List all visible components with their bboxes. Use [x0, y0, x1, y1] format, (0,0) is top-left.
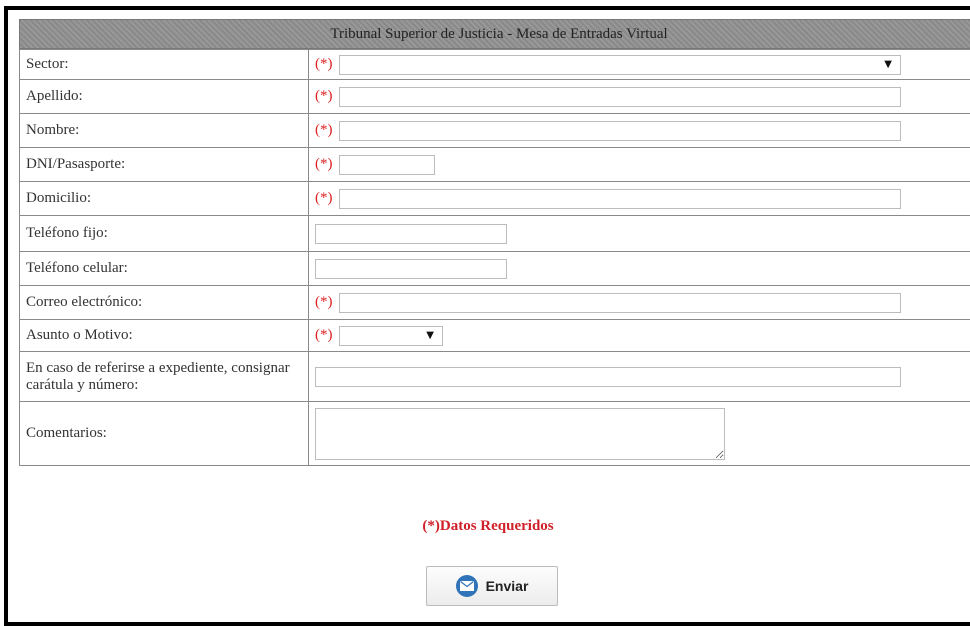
row-nombre: Nombre: (*) — [20, 114, 970, 148]
telefono-celular-input[interactable] — [315, 259, 507, 279]
field-label: Correo electrónico: — [20, 286, 309, 320]
field-label: Apellido: — [20, 80, 309, 114]
form-table: Sector: (*) ▼ Apellido: (*) Nombre: (*) D… — [19, 49, 970, 466]
row-apellido: Apellido: (*) — [20, 80, 970, 114]
row-domicilio: Domicilio: (*) — [20, 182, 970, 216]
row-asunto: Asunto o Motivo: (*) ▼ — [20, 320, 970, 352]
window-frame: Tribunal Superior de Justicia - Mesa de … — [4, 6, 970, 626]
field-label: Asunto o Motivo: — [20, 320, 309, 352]
comentarios-textarea[interactable] — [315, 408, 725, 460]
mail-icon — [456, 575, 478, 597]
required-marker: (*) — [315, 190, 335, 207]
enviar-button[interactable]: Enviar — [426, 566, 558, 606]
enviar-label: Enviar — [486, 578, 529, 594]
correo-input[interactable] — [339, 293, 901, 313]
telefono-fijo-input[interactable] — [315, 224, 507, 244]
field-label: Comentarios: — [20, 402, 309, 466]
asunto-select[interactable]: ▼ — [339, 326, 443, 346]
nombre-input[interactable] — [339, 121, 901, 141]
field-label: DNI/Pasasporte: — [20, 148, 309, 182]
sector-select[interactable]: ▼ — [339, 55, 901, 75]
field-label: Domicilio: — [20, 182, 309, 216]
field-cell: (*) — [309, 148, 970, 182]
field-cell: (*) — [309, 80, 970, 114]
field-cell: (*) ▼ — [309, 320, 970, 352]
row-telefono-celular: Teléfono celular: — [20, 252, 970, 286]
field-label: Teléfono fijo: — [20, 216, 309, 252]
field-label: Nombre: — [20, 114, 309, 148]
row-dni: DNI/Pasasporte: (*) — [20, 148, 970, 182]
field-cell — [309, 252, 970, 286]
field-cell: (*) — [309, 286, 970, 320]
form-title: Tribunal Superior de Justicia - Mesa de … — [19, 19, 970, 49]
field-label: Teléfono celular: — [20, 252, 309, 286]
required-marker: (*) — [315, 294, 335, 311]
field-cell — [309, 216, 970, 252]
required-marker: (*) — [315, 156, 335, 173]
field-cell: (*) — [309, 182, 970, 216]
field-label: En caso de referirse a expediente, consi… — [20, 352, 309, 402]
domicilio-input[interactable] — [339, 189, 901, 209]
row-sector: Sector: (*) ▼ — [20, 50, 970, 80]
apellido-input[interactable] — [339, 87, 901, 107]
required-marker: (*) — [315, 327, 335, 344]
row-telefono-fijo: Teléfono fijo: — [20, 216, 970, 252]
expediente-input[interactable] — [315, 367, 901, 387]
required-marker: (*) — [315, 56, 335, 73]
field-label: Sector: — [20, 50, 309, 80]
dropdown-arrow-icon: ▼ — [884, 59, 892, 70]
field-cell: (*) — [309, 114, 970, 148]
form-container: Tribunal Superior de Justicia - Mesa de … — [19, 19, 970, 466]
field-cell: (*) ▼ — [309, 50, 970, 80]
row-correo: Correo electrónico: (*) — [20, 286, 970, 320]
row-expediente: En caso de referirse a expediente, consi… — [20, 352, 970, 402]
required-marker: (*) — [315, 122, 335, 139]
row-comentarios: Comentarios: — [20, 402, 970, 466]
required-note: (*)Datos Requeridos — [8, 518, 968, 535]
required-marker: (*) — [315, 88, 335, 105]
dropdown-arrow-icon: ▼ — [426, 330, 434, 341]
dni-input[interactable] — [339, 155, 435, 175]
field-cell — [309, 352, 970, 402]
field-cell — [309, 402, 970, 466]
